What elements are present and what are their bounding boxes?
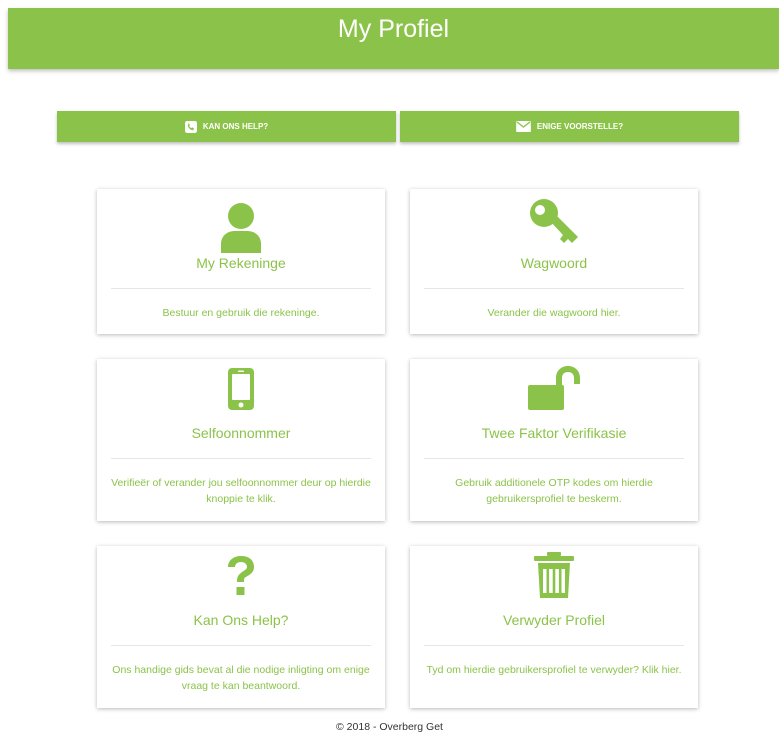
card-accounts[interactable]: My Rekeninge Bestuur en gebruik die reke… bbox=[97, 189, 385, 334]
card-divider bbox=[111, 645, 371, 646]
help-button-label: KAN ONS HELP? bbox=[202, 122, 269, 131]
card-divider bbox=[424, 288, 684, 289]
phone-icon bbox=[184, 120, 197, 133]
card-title: Selfoonnommer bbox=[191, 425, 291, 441]
key-icon bbox=[410, 197, 698, 247]
card-two-factor[interactable]: Twee Faktor Verifikasie Gebruik addition… bbox=[410, 359, 698, 521]
page-header: My Profiel bbox=[8, 8, 779, 69]
card-description: Bestuur en gebruik die rekeninge. bbox=[162, 307, 320, 319]
card-password[interactable]: Wagwoord Verander die wagwoord hier. bbox=[410, 189, 698, 334]
card-description: Verifieër of verander jou selfoonnommer … bbox=[111, 477, 371, 505]
card-description: Tyd om hierdie gebruikersprofiel te verw… bbox=[426, 664, 682, 676]
user-icon bbox=[97, 203, 385, 253]
card-description: Gebruik additionele OTP kodes om hierdie… bbox=[455, 477, 653, 505]
card-divider bbox=[424, 458, 684, 459]
help-button[interactable]: KAN ONS HELP? bbox=[57, 111, 396, 142]
card-title: Kan Ons Help? bbox=[193, 612, 289, 628]
card-divider bbox=[111, 458, 371, 459]
card-title: Wagwoord bbox=[520, 255, 588, 271]
question-icon bbox=[97, 555, 385, 597]
card-phone-number[interactable]: Selfoonnommer Verifieër of verander jou … bbox=[97, 359, 385, 521]
card-description: Ons handige gids bevat al die nodige inl… bbox=[112, 664, 370, 692]
suggestions-button-label: ENIGE VOORSTELLE? bbox=[536, 122, 624, 131]
mobile-phone-icon bbox=[97, 368, 385, 410]
trash-icon bbox=[410, 552, 698, 598]
page-title: My Profiel bbox=[337, 15, 450, 43]
card-delete-profile[interactable]: Verwyder Profiel Tyd om hierdie gebruike… bbox=[410, 546, 698, 708]
unlock-icon bbox=[410, 364, 698, 410]
card-divider bbox=[111, 288, 371, 289]
card-description: Verander die wagwoord hier. bbox=[487, 307, 621, 319]
footer-copyright: © 2018 - Overberg Get bbox=[336, 721, 443, 733]
card-title: Twee Faktor Verifikasie bbox=[481, 425, 627, 441]
envelope-icon bbox=[516, 121, 531, 132]
suggestions-button[interactable]: ENIGE VOORSTELLE? bbox=[400, 111, 739, 142]
card-divider bbox=[424, 645, 684, 646]
card-title: My Rekeninge bbox=[196, 255, 286, 271]
card-title: Verwyder Profiel bbox=[503, 612, 605, 628]
card-help[interactable]: Kan Ons Help? Ons handige gids bevat al … bbox=[97, 546, 385, 708]
